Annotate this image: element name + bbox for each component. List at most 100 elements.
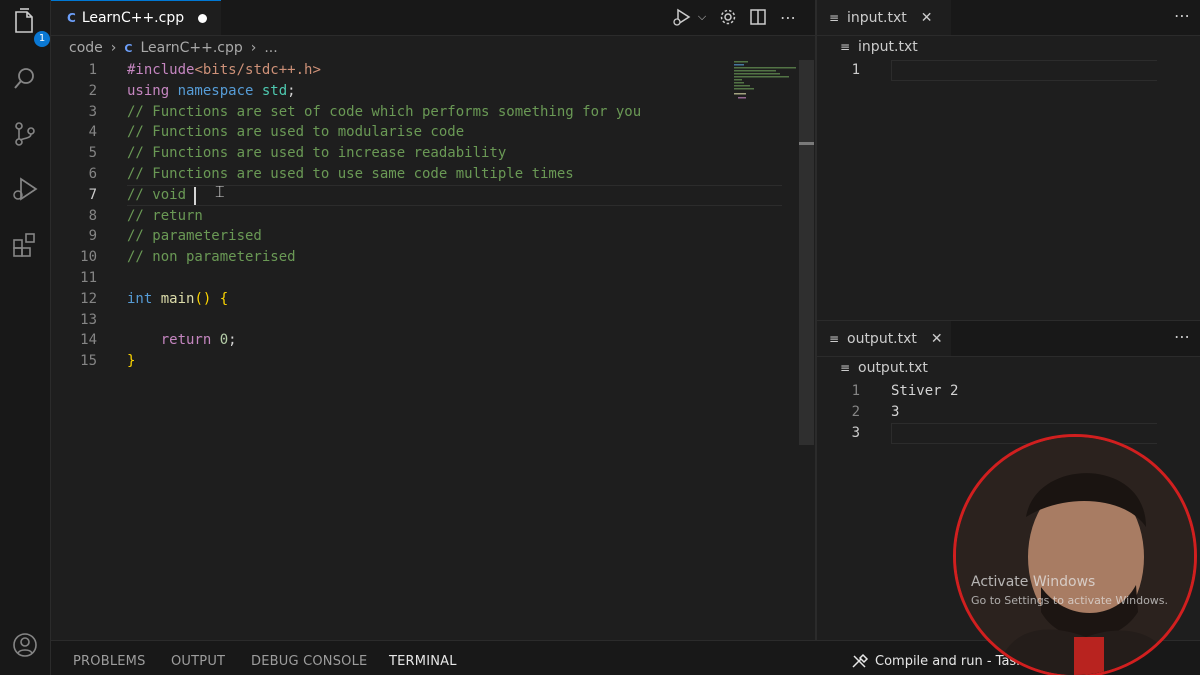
code-token: #include — [127, 62, 195, 78]
close-icon[interactable]: ✕ — [931, 331, 943, 347]
line-number: 1 — [88, 62, 97, 78]
line-number: 10 — [80, 249, 97, 266]
code-line[interactable]: 5 // Functions are used to increase reada… — [51, 143, 801, 164]
line-number: 2 — [851, 404, 860, 420]
text-file-icon: ≡ — [829, 10, 840, 25]
input-editor[interactable]: 1 — [817, 60, 1167, 310]
code-text: } — [127, 351, 135, 372]
editor-scrollbar[interactable] — [799, 60, 814, 445]
code-token: 0 — [219, 332, 229, 349]
code-token: int — [127, 290, 161, 307]
tab-problems[interactable]: PROBLEMS — [73, 654, 146, 669]
text-file-icon: ≡ — [840, 40, 851, 54]
code-text: // Functions are used to modularise code — [127, 122, 464, 143]
code-token: namespace — [177, 82, 262, 99]
minimap[interactable] — [732, 60, 800, 100]
run-code-icon[interactable] — [671, 6, 693, 28]
chevron-right-icon: › — [250, 40, 257, 56]
terminal-task-selector[interactable]: Compile and run - Task — [851, 653, 1024, 669]
code-text: // Functions are set of code which perfo… — [127, 102, 641, 123]
code-line[interactable]: 11 — [51, 268, 801, 289]
code-text: // void — [127, 185, 194, 206]
code-line[interactable]: 3 // Functions are set of code which perf… — [51, 102, 801, 123]
more-actions-icon[interactable]: ⋯ — [1174, 6, 1190, 25]
line-text: 3 — [891, 404, 900, 420]
code-token: ; — [287, 82, 296, 99]
code-line[interactable]: 2 using namespace std; — [51, 81, 801, 102]
gear-icon[interactable] — [717, 6, 739, 28]
output-tab-bar: ≡ output.txt ✕ ⋯ — [817, 320, 1200, 357]
code-token: // Functions are used to use same code m… — [127, 166, 574, 182]
chevron-down-icon[interactable]: ⌵ — [691, 6, 713, 28]
line-number: 11 — [80, 270, 97, 286]
extensions-icon[interactable] — [9, 229, 41, 261]
unsaved-dot-icon[interactable] — [198, 13, 208, 23]
code-line[interactable]: 12 int main() { — [51, 289, 801, 310]
line-number: 1 — [851, 383, 860, 399]
code-editor[interactable]: 1 #include<bits/stdc++.h> 2 using namespace… — [51, 60, 801, 640]
text-file-icon: ≡ — [840, 361, 851, 375]
code-line[interactable]: 15} — [51, 351, 801, 372]
code-text: #include<bits/stdc++.h> — [127, 60, 321, 81]
account-icon[interactable] — [9, 629, 41, 661]
tab-terminal[interactable]: TERMINAL — [389, 654, 457, 669]
code-text: // non parameterised — [127, 247, 296, 268]
breadcrumb-file[interactable]: input.txt — [858, 39, 918, 55]
code-line[interactable]: 7 // void — [51, 184, 801, 206]
code-token: () { — [194, 290, 229, 307]
tab-input-txt[interactable]: ≡ input.txt ✕ — [817, 0, 951, 35]
tab-learn-cpp[interactable]: C LearnC++.cpp — [51, 0, 221, 35]
code-line[interactable]: 6 // Functions are used to use same code … — [51, 164, 801, 185]
code-token: // Functions are set of code which perfo… — [127, 103, 642, 120]
run-debug-icon[interactable] — [9, 173, 41, 205]
code-token: // parameterised — [127, 228, 262, 245]
code-token: // Functions are used to increase readab… — [127, 145, 507, 162]
line-number: 8 — [88, 207, 97, 224]
code-line[interactable]: 1 #include<bits/stdc++.h> — [51, 60, 801, 81]
breadcrumb-folder[interactable]: code — [69, 40, 103, 56]
close-icon[interactable]: ✕ — [921, 10, 933, 26]
tab-output[interactable]: OUTPUT — [171, 654, 225, 669]
activity-bar: 1 — [0, 0, 51, 675]
code-text: // Functions are used to use same code m… — [127, 164, 574, 185]
code-line[interactable]: 4 // Functions are used to modularise cod… — [51, 122, 801, 143]
code-line[interactable]: 9 // parameterised — [51, 226, 801, 247]
code-line[interactable]: 14 return 0; — [51, 330, 801, 351]
code-token: // non parameterised — [127, 249, 296, 266]
breadcrumb-file[interactable]: LearnC++.cpp — [140, 40, 242, 56]
code-token: main — [160, 290, 195, 307]
text-file-icon: ≡ — [829, 331, 840, 346]
text-line[interactable]: 23 — [817, 402, 1147, 423]
line-number: 7 — [88, 186, 97, 203]
text-line[interactable]: 1 Stiver 2 — [817, 381, 1147, 402]
breadcrumb-tail[interactable]: ... — [264, 40, 277, 56]
presenter-video — [956, 437, 1194, 675]
code-line[interactable]: 13 — [51, 310, 801, 331]
line-number: 12 — [80, 290, 97, 307]
breadcrumb: ≡ input.txt — [840, 39, 918, 55]
more-actions-icon[interactable]: ⋯ — [777, 6, 799, 28]
tab-output-txt[interactable]: ≡ output.txt ✕ — [817, 321, 951, 356]
search-icon[interactable] — [9, 62, 41, 94]
breadcrumb-file[interactable]: output.txt — [858, 360, 928, 376]
code-token: return — [160, 332, 220, 349]
code-text: // Functions are used to increase readab… — [127, 143, 506, 164]
code-line[interactable]: 8 // return — [51, 206, 801, 227]
line-number: 4 — [88, 124, 97, 141]
current-line-highlight — [127, 184, 782, 206]
code-text: // return — [127, 206, 203, 227]
tab-label: output.txt — [847, 330, 917, 347]
split-editor-icon[interactable] — [747, 6, 769, 28]
line-number: 14 — [80, 332, 97, 349]
task-label: Compile and run - Task — [875, 653, 1024, 669]
code-text: using namespace std; — [127, 81, 296, 102]
tab-debug-console[interactable]: DEBUG CONSOLE — [251, 654, 367, 669]
text-line[interactable]: 1 — [817, 60, 1157, 81]
line-number: 5 — [88, 145, 97, 162]
explorer-icon[interactable]: 1 — [9, 6, 50, 47]
source-control-icon[interactable] — [9, 118, 41, 150]
more-actions-icon[interactable]: ⋯ — [1174, 327, 1190, 346]
tab-label: input.txt — [847, 9, 907, 26]
code-line[interactable]: 10 // non parameterised — [51, 247, 801, 268]
webcam-overlay — [953, 434, 1197, 675]
